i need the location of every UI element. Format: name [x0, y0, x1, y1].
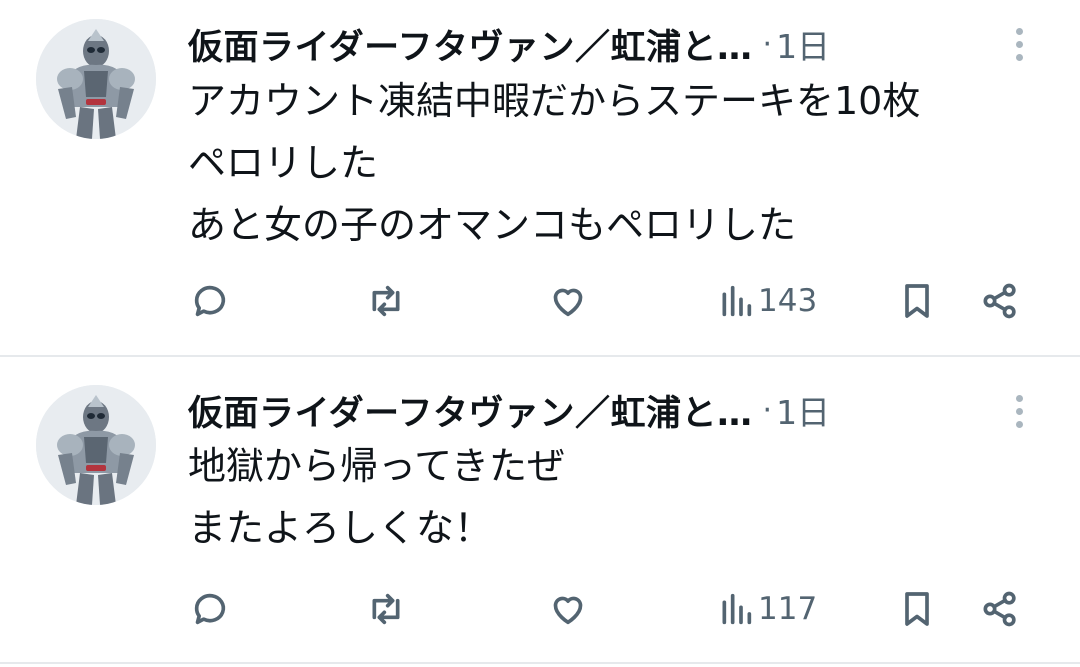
action-bar: 117: [0, 584, 1080, 634]
reply-button[interactable]: [190, 276, 230, 326]
tweet-header: 仮面ライダーフタヴァン／虹浦と… · 1日: [188, 386, 830, 434]
tweet-text-line: アカウント凍結中暇だからステーキを10枚: [188, 79, 921, 123]
tweet-header: 仮面ライダーフタヴァン／虹浦と… · 1日: [188, 20, 830, 68]
retweet-icon: [372, 593, 400, 625]
bookmark-button[interactable]: [897, 584, 937, 634]
more-vertical-icon[interactable]: [1010, 392, 1030, 432]
timestamp[interactable]: 1日: [776, 20, 830, 68]
armored-rider-avatar: [36, 385, 156, 505]
views-button[interactable]: 117: [716, 584, 817, 634]
like-button[interactable]: [548, 276, 588, 326]
tweet-text: アカウント凍結中暇だからステーキを10枚 ペロリした あと女の子のオマンコもペロ…: [188, 70, 920, 256]
views-count: 143: [758, 283, 818, 319]
bookmark-icon: [905, 284, 929, 318]
tweet-text: 地獄から帰ってきたぜ またよろしくな！: [188, 435, 565, 559]
author-name[interactable]: 仮面ライダーフタヴァン／虹浦と…: [188, 385, 753, 436]
heart-icon: [553, 288, 583, 317]
tweet[interactable]: 仮面ライダーフタヴァン／虹浦と… · 1日 地獄から帰ってきたぜ またよろしくな…: [0, 357, 1080, 662]
reply-icon: [194, 593, 226, 625]
tweet-divider: [0, 662, 1080, 664]
views-count: 117: [758, 591, 818, 627]
like-button[interactable]: [548, 584, 588, 634]
timestamp[interactable]: 1日: [776, 386, 830, 434]
share-icon: [983, 283, 1016, 319]
tweet-text-line: あと女の子のオマンコもペロリした: [188, 203, 797, 247]
views-bar-chart-icon: [722, 593, 752, 625]
separator-dot: ·: [762, 26, 773, 62]
more-vertical-icon[interactable]: [1010, 25, 1030, 65]
separator-dot: ·: [762, 392, 773, 428]
retweet-button[interactable]: [366, 276, 406, 326]
retweet-button[interactable]: [366, 584, 406, 634]
author-name[interactable]: 仮面ライダーフタヴァン／虹浦と…: [188, 19, 753, 70]
bookmark-button[interactable]: [897, 276, 937, 326]
retweet-icon: [372, 285, 400, 317]
views-button[interactable]: 143: [716, 276, 817, 326]
action-bar: 143: [0, 276, 1080, 326]
views-bar-chart-icon: [722, 285, 752, 317]
author-avatar[interactable]: [36, 385, 156, 505]
tweet[interactable]: 仮面ライダーフタヴァン／虹浦と… · 1日 アカウント凍結中暇だからステーキを1…: [0, 0, 1080, 355]
heart-icon: [553, 596, 583, 625]
armored-rider-avatar: [36, 19, 156, 139]
reply-icon: [194, 285, 226, 317]
author-avatar[interactable]: [36, 19, 156, 139]
tweet-text-line: 地獄から帰ってきたぜ: [188, 444, 565, 488]
tweet-text-line: ペロリした: [188, 141, 379, 185]
share-button[interactable]: [980, 276, 1020, 326]
bookmark-icon: [905, 592, 929, 626]
reply-button[interactable]: [190, 584, 230, 634]
share-button[interactable]: [980, 584, 1020, 634]
tweet-text-line: またよろしくな！: [188, 506, 493, 550]
share-icon: [983, 591, 1016, 627]
